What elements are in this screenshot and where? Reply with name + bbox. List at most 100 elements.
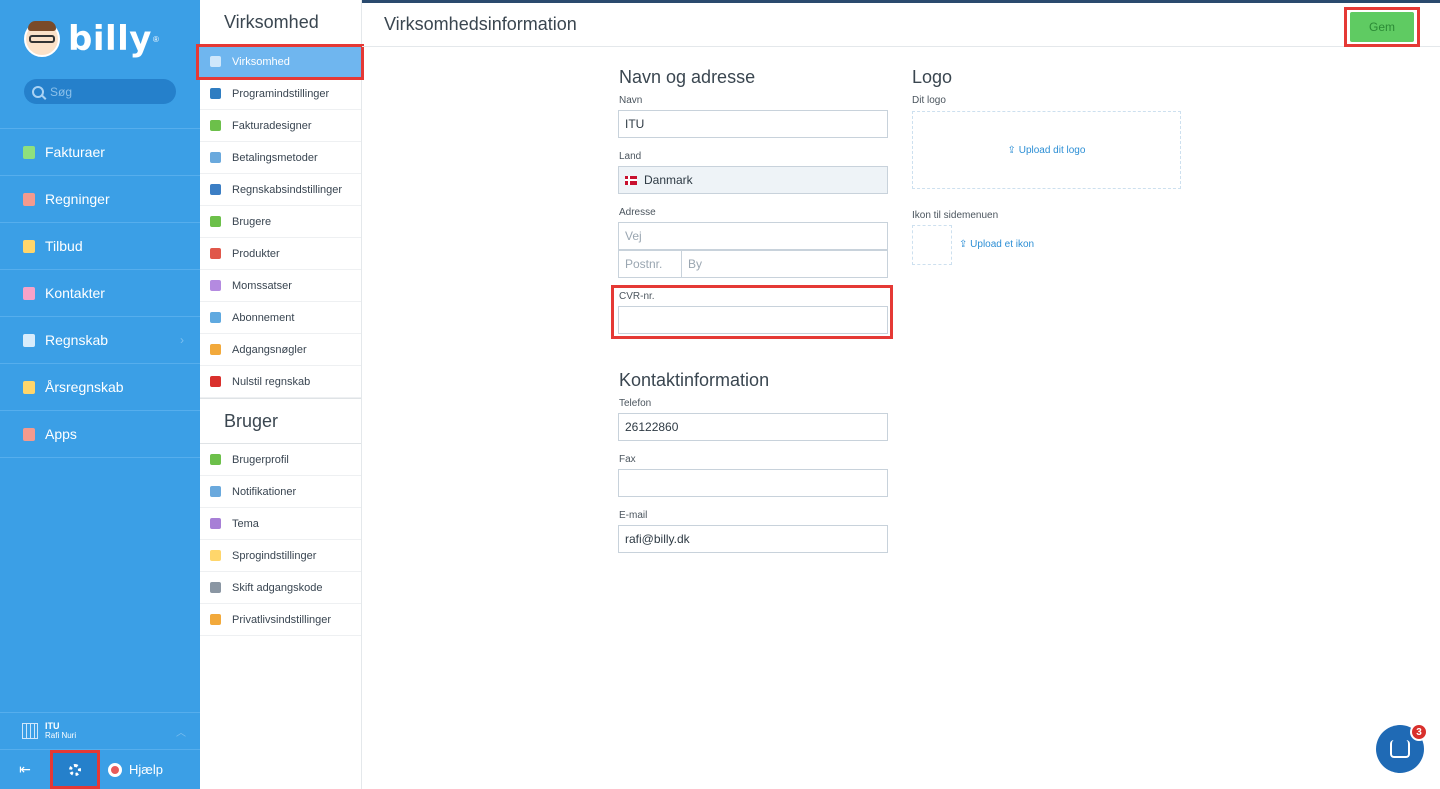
zip-field[interactable] <box>618 250 682 278</box>
brush-icon <box>210 120 221 131</box>
settings-item-adgangsnogler[interactable]: Adgangsnøgler <box>200 334 361 366</box>
settings-item-nulstil-regnskab[interactable]: Nulstil regnskab <box>200 366 361 398</box>
settings-item-abonnement[interactable]: Abonnement <box>200 302 361 334</box>
settings-item-label: Fakturadesigner <box>232 119 312 132</box>
nav-item-label: Årsregnskab <box>45 379 124 395</box>
billy-logo[interactable]: billy ® <box>24 16 159 62</box>
settings-item-brugerprofil[interactable]: Brugerprofil <box>200 444 361 476</box>
icon-dropzone[interactable] <box>912 225 952 265</box>
upload-icon-label: Upload et ikon <box>970 239 1035 250</box>
email-label: E-mail <box>619 510 648 521</box>
notification-icon <box>210 486 221 497</box>
settings-item-label: Brugerprofil <box>232 453 289 466</box>
logo-label: Dit logo <box>912 95 946 106</box>
nav-item-regnskab[interactable]: Regnskab › <box>0 317 200 364</box>
settings-item-notifikationer[interactable]: Notifikationer <box>200 476 361 508</box>
fax-field[interactable] <box>618 469 888 497</box>
speech-icon <box>210 550 221 561</box>
main-content: Virksomhedsinformation Gem Navn og adres… <box>362 0 1440 789</box>
street-field[interactable] <box>618 222 888 250</box>
settings-item-skift-adgangskode[interactable]: Skift adgangskode <box>200 572 361 604</box>
chat-launcher[interactable]: 3 <box>1376 723 1428 773</box>
country-label: Land <box>619 151 642 162</box>
name-address-heading: Navn og adresse <box>619 67 756 87</box>
nav-item-apps[interactable]: Apps <box>0 411 200 458</box>
settings-item-label: Adgangsnøgler <box>232 343 307 356</box>
logout-button[interactable]: ⇤ <box>0 750 50 789</box>
sidebar-bottom-bar: ⇤ Hjælp <box>0 750 200 789</box>
phone-field[interactable] <box>618 413 888 441</box>
settings-item-momssatser[interactable]: Momssatser <box>200 270 361 302</box>
settings-item-label: Abonnement <box>232 311 295 324</box>
city-field[interactable] <box>681 250 888 278</box>
settings-item-betalingsmetoder[interactable]: Betalingsmetoder <box>200 142 361 174</box>
settings-item-label: Programindstillinger <box>232 87 330 100</box>
puzzle-icon <box>210 312 221 323</box>
upload-logo-label: Upload dit logo <box>1018 144 1086 156</box>
search-input[interactable] <box>50 84 160 99</box>
nav-item-label: Apps <box>45 426 77 442</box>
theme-icon <box>210 518 221 529</box>
star-icon <box>23 239 35 253</box>
nav-item-regninger[interactable]: Regninger <box>0 176 200 223</box>
settings-item-label: Virksomhed <box>232 55 290 68</box>
organization-switcher[interactable]: ITU Rafi Nuri ︿ <box>0 712 200 750</box>
nav-item-label: Regninger <box>45 191 110 207</box>
lifebuoy-icon <box>108 762 122 777</box>
chevron-up-icon: ︿ <box>176 727 186 739</box>
nav-item-label: Regnskab <box>45 332 109 348</box>
settings-item-label: Regnskabsindstillinger <box>232 183 343 196</box>
nav-item-arsregnskab[interactable]: Årsregnskab <box>0 364 200 411</box>
logo-heading: Logo <box>912 67 953 87</box>
page-header: Virksomhedsinformation Gem <box>362 3 1440 47</box>
search-box <box>24 79 176 104</box>
brand-name: billy <box>68 19 152 59</box>
settings-item-programindstillinger[interactable]: Programindstillinger <box>200 78 361 110</box>
logo-dropzone[interactable]: ⇪ Upload dit logo <box>912 111 1181 189</box>
books-icon <box>210 184 221 195</box>
save-button[interactable]: Gem <box>1350 12 1414 42</box>
settings-item-fakturadesigner[interactable]: Fakturadesigner <box>200 110 361 142</box>
products-icon <box>210 248 221 259</box>
settings-item-tema[interactable]: Tema <box>200 508 361 540</box>
settings-item-label: Sprogindstillinger <box>232 549 317 562</box>
user-name: Rafi Nuri <box>45 731 77 740</box>
users-icon <box>210 216 221 227</box>
company-settings-heading: Virksomhed <box>200 0 361 46</box>
search-icon <box>32 85 44 98</box>
upload-icon-link[interactable]: ⇪ Upload et ikon <box>959 239 1034 250</box>
email-field[interactable] <box>618 525 888 553</box>
upload-logo-link[interactable]: ⇪ Upload dit logo <box>1008 145 1086 156</box>
settings-item-label: Nulstil regnskab <box>232 375 311 388</box>
settings-item-virksomhed[interactable]: Virksomhed <box>196 44 364 80</box>
settings-item-privatlivsindstillinger[interactable]: Privatlivsindstillinger <box>200 604 361 636</box>
contact-icon <box>23 286 35 300</box>
settings-item-label: Privatlivsindstillinger <box>232 613 332 626</box>
sidebar-icon-label: Ikon til sidemenuen <box>912 210 999 221</box>
settings-item-produkter[interactable]: Produkter <box>200 238 361 270</box>
settings-item-label: Produkter <box>232 247 280 260</box>
nav-item-label: Tilbud <box>45 238 83 254</box>
fax-label: Fax <box>619 454 636 465</box>
settings-item-label: Momssatser <box>232 279 292 292</box>
settings-button[interactable] <box>50 750 100 789</box>
main-sidebar: billy ® Fakturaer Regninger Tilbud Kontakte… <box>0 0 200 789</box>
nav-item-tilbud[interactable]: Tilbud <box>0 223 200 270</box>
cvr-label: CVR-nr. <box>619 291 655 302</box>
name-field[interactable] <box>618 110 888 138</box>
denmark-flag-icon <box>625 175 637 185</box>
settings-item-label: Betalingsmetoder <box>232 151 318 164</box>
country-select[interactable]: Danmark <box>618 166 888 194</box>
help-button[interactable]: Hjælp <box>108 762 163 777</box>
settings-item-sprogindstillinger[interactable]: Sprogindstillinger <box>200 540 361 572</box>
help-label: Hjælp <box>129 762 163 777</box>
settings-item-regnskabsindstillinger[interactable]: Regnskabsindstillinger <box>200 174 361 206</box>
page-title: Virksomhedsinformation <box>384 14 577 34</box>
nav-item-kontakter[interactable]: Kontakter <box>0 270 200 317</box>
address-label: Adresse <box>619 207 656 218</box>
nav-item-fakturaer[interactable]: Fakturaer <box>0 129 200 176</box>
card-icon <box>210 152 221 163</box>
cvr-field[interactable] <box>618 306 888 334</box>
settings-item-brugere[interactable]: Brugere <box>200 206 361 238</box>
contact-heading: Kontaktinformation <box>619 370 770 390</box>
